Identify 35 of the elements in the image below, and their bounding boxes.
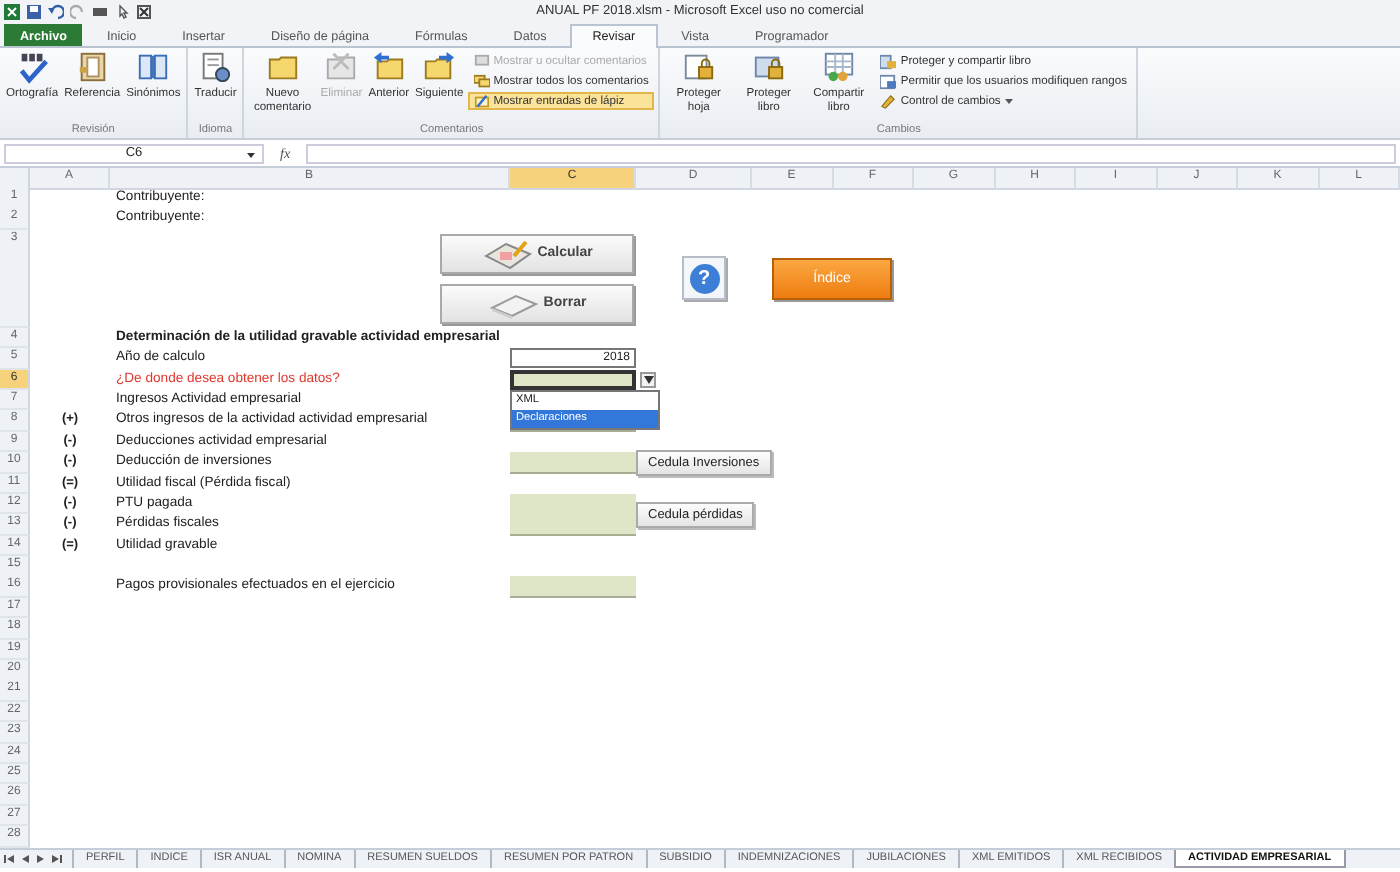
permission-icon	[880, 73, 897, 89]
checkbox-icon[interactable]	[136, 3, 152, 19]
formula-field[interactable]	[306, 143, 1396, 163]
input-cell[interactable]	[510, 514, 636, 536]
help-button[interactable]: ?	[682, 256, 726, 301]
spreadsheet-app-icon	[4, 3, 20, 19]
input-cell[interactable]	[510, 576, 636, 598]
document-icon	[198, 50, 233, 84]
dropdown-arrow-button[interactable]	[640, 371, 656, 388]
first-sheet-icon[interactable]	[4, 853, 14, 864]
pointer-icon[interactable]	[114, 3, 130, 19]
check-icon	[15, 50, 50, 84]
caret-icon	[1004, 96, 1015, 106]
track-changes-icon	[880, 93, 897, 109]
calculator-icon	[481, 237, 534, 270]
grid-people-icon	[821, 50, 856, 84]
comment-icon	[473, 53, 490, 69]
pen-icon	[473, 93, 490, 109]
undo-icon[interactable]	[48, 3, 64, 19]
previous-sheet-icon[interactable]	[20, 853, 30, 864]
sheet-lock-icon	[681, 50, 716, 84]
note-arrow-icon	[371, 50, 406, 84]
caret-icon	[246, 149, 256, 159]
last-sheet-icon[interactable]	[52, 853, 62, 864]
selected-cell[interactable]	[510, 369, 636, 390]
note-arrow-icon	[422, 50, 457, 84]
input-cell[interactable]	[510, 493, 636, 515]
comments-icon	[473, 73, 490, 89]
book-icon	[136, 50, 171, 84]
note-icon	[324, 50, 359, 84]
next-sheet-icon[interactable]	[36, 853, 46, 864]
input-cell[interactable]	[510, 452, 636, 474]
share-lock-icon	[880, 53, 897, 69]
book-icon	[75, 50, 110, 84]
save-icon[interactable]	[26, 3, 42, 19]
